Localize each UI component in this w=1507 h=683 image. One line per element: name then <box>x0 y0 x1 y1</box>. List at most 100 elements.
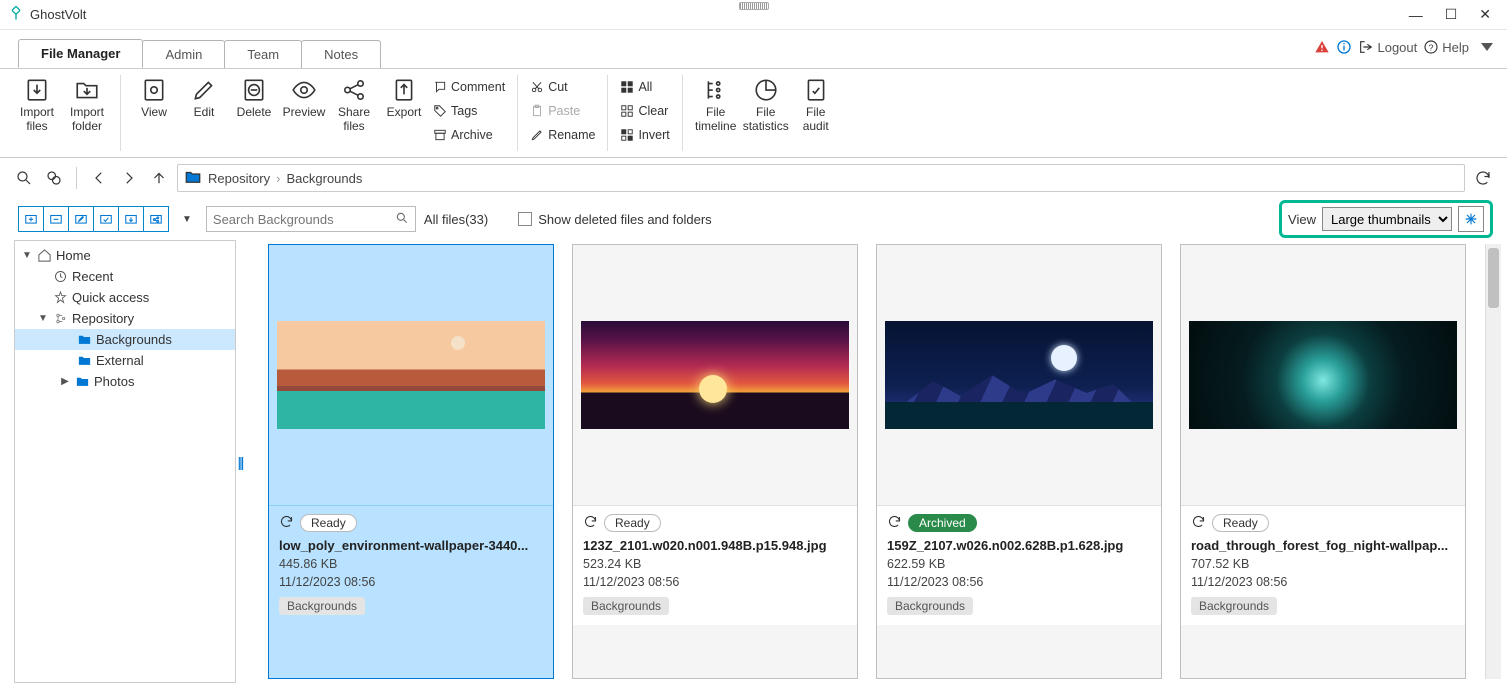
tree-recent[interactable]: Recent <box>15 266 235 287</box>
close-button[interactable]: ✕ <box>1479 6 1491 23</box>
secondary-toolbar: ▼ All files(33) Show deleted files and f… <box>0 198 1507 240</box>
view-select[interactable]: Large thumbnails <box>1322 207 1452 231</box>
file-timeline-button[interactable]: File timeline <box>691 75 741 136</box>
tree-repository[interactable]: ▼Repository <box>15 308 235 329</box>
nav-forward-button[interactable] <box>117 166 141 190</box>
alert-info-icon[interactable] <box>1336 39 1352 55</box>
breadcrumb-current[interactable]: Backgrounds <box>286 171 362 186</box>
export-button[interactable]: Export <box>379 75 429 122</box>
edit-folder-button[interactable] <box>68 206 94 232</box>
file-filter-label[interactable]: All files(33) <box>424 212 488 227</box>
file-card[interactable]: Ready 123Z_2101.w020.n001.948B.p15.948.j… <box>572 244 858 679</box>
folder-icon <box>184 168 202 189</box>
alert-warning-icon[interactable] <box>1314 39 1330 55</box>
nav-back-button[interactable] <box>87 166 111 190</box>
cut-button[interactable]: Cut <box>526 75 599 99</box>
sidebar-resize-handle[interactable]: ||| <box>236 240 244 683</box>
add-folder-button[interactable] <box>18 206 44 232</box>
tags-label: Tags <box>451 104 477 118</box>
file-size: 445.86 KB <box>279 556 543 574</box>
tree-quick-access[interactable]: Quick access <box>15 287 235 308</box>
export-label: Export <box>387 106 422 120</box>
select-invert-button[interactable]: Invert <box>616 123 673 147</box>
logout-button[interactable]: Logout <box>1358 39 1417 55</box>
file-name: road_through_forest_fog_night-wallpap... <box>1191 538 1455 553</box>
tree-backgrounds[interactable]: Backgrounds <box>15 329 235 350</box>
select-all-label: All <box>638 80 652 94</box>
edit-button[interactable]: Edit <box>179 75 229 122</box>
remove-folder-button[interactable] <box>43 206 69 232</box>
comment-label: Comment <box>451 80 505 94</box>
tags-button[interactable]: Tags <box>429 99 509 123</box>
share-files-button[interactable]: Share files <box>329 75 379 136</box>
import-files-button[interactable]: Import files <box>12 75 62 136</box>
select-clear-button[interactable]: Clear <box>616 99 673 123</box>
advanced-search-icon[interactable] <box>42 166 66 190</box>
comment-button[interactable]: Comment <box>429 75 509 99</box>
thumbnail <box>1181 245 1465 505</box>
thumbnail-image <box>277 321 545 429</box>
tab-admin[interactable]: Admin <box>142 40 225 68</box>
show-deleted-checkbox[interactable]: Show deleted files and folders <box>518 212 711 227</box>
nav-up-button[interactable] <box>147 166 171 190</box>
app-title: GhostVolt <box>30 7 86 22</box>
tab-file-manager[interactable]: File Manager <box>18 39 143 68</box>
tab-team[interactable]: Team <box>224 40 302 68</box>
refresh-status-icon[interactable] <box>1191 514 1206 532</box>
minimize-button[interactable]: — <box>1409 7 1423 23</box>
show-deleted-label: Show deleted files and folders <box>538 212 711 227</box>
scrollbar[interactable] <box>1485 244 1501 679</box>
cut-label: Cut <box>548 80 567 94</box>
search-icon[interactable] <box>12 166 36 190</box>
thumbnail-image <box>1189 321 1457 429</box>
folder-action-icons <box>18 206 168 232</box>
ribbon: Import files Import folder View Edit Del… <box>0 68 1507 158</box>
archive-button[interactable]: Archive <box>429 123 509 147</box>
help-button[interactable]: ? Help <box>1423 39 1469 55</box>
main-area: ▼Home Recent Quick access ▼Repository Ba… <box>0 240 1507 683</box>
tree-home[interactable]: ▼Home <box>15 245 235 266</box>
search-input[interactable] <box>213 212 395 227</box>
folder-dropdown-caret-icon[interactable]: ▼ <box>176 214 198 225</box>
refresh-button[interactable] <box>1471 166 1495 190</box>
tree-external[interactable]: External <box>15 350 235 371</box>
file-card[interactable]: Ready road_through_forest_fog_night-wall… <box>1180 244 1466 679</box>
import-folder-label: Import folder <box>70 106 104 134</box>
file-audit-button[interactable]: File audit <box>791 75 841 136</box>
breadcrumb-root[interactable]: Repository <box>208 171 270 186</box>
download-folder-button[interactable] <box>118 206 144 232</box>
thumbnail <box>573 245 857 505</box>
search-submit-icon[interactable] <box>395 211 409 228</box>
scrollbar-thumb[interactable] <box>1488 248 1499 308</box>
maximize-button[interactable]: ☐ <box>1445 6 1458 23</box>
import-folder-button[interactable]: Import folder <box>62 75 112 136</box>
select-all-button[interactable]: All <box>616 75 673 99</box>
file-statistics-button[interactable]: File statistics <box>741 75 791 136</box>
header-menu-caret-icon[interactable] <box>1481 43 1493 51</box>
share-folder-button[interactable] <box>143 206 169 232</box>
thumbnail-image <box>885 321 1153 429</box>
view-extra-button[interactable] <box>1458 206 1484 232</box>
tree-home-label: Home <box>56 248 91 263</box>
file-tag: Backgrounds <box>1191 597 1277 615</box>
nav-bar: Repository › Backgrounds <box>0 158 1507 198</box>
breadcrumb[interactable]: Repository › Backgrounds <box>177 164 1465 192</box>
preview-button[interactable]: Preview <box>279 75 329 122</box>
view-button[interactable]: View <box>129 75 179 122</box>
tab-notes[interactable]: Notes <box>301 40 381 68</box>
main-tabs: File Manager Admin Team Notes <box>0 38 1507 68</box>
thumbnail-image <box>581 321 849 429</box>
refresh-status-icon[interactable] <box>279 514 294 532</box>
refresh-status-icon[interactable] <box>887 514 902 532</box>
tree-photos[interactable]: ▶Photos <box>15 371 235 392</box>
file-card[interactable]: Archived 159Z_2107.w026.n002.628B.p1.628… <box>876 244 1162 679</box>
refresh-status-icon[interactable] <box>583 514 598 532</box>
file-tag: Backgrounds <box>279 597 365 615</box>
check-folder-button[interactable] <box>93 206 119 232</box>
delete-button[interactable]: Delete <box>229 75 279 122</box>
window-grip[interactable] <box>739 2 769 10</box>
file-tag: Backgrounds <box>583 597 669 615</box>
file-card[interactable]: Ready low_poly_environment-wallpaper-344… <box>268 244 554 679</box>
preview-label: Preview <box>283 106 326 120</box>
rename-button[interactable]: Rename <box>526 123 599 147</box>
